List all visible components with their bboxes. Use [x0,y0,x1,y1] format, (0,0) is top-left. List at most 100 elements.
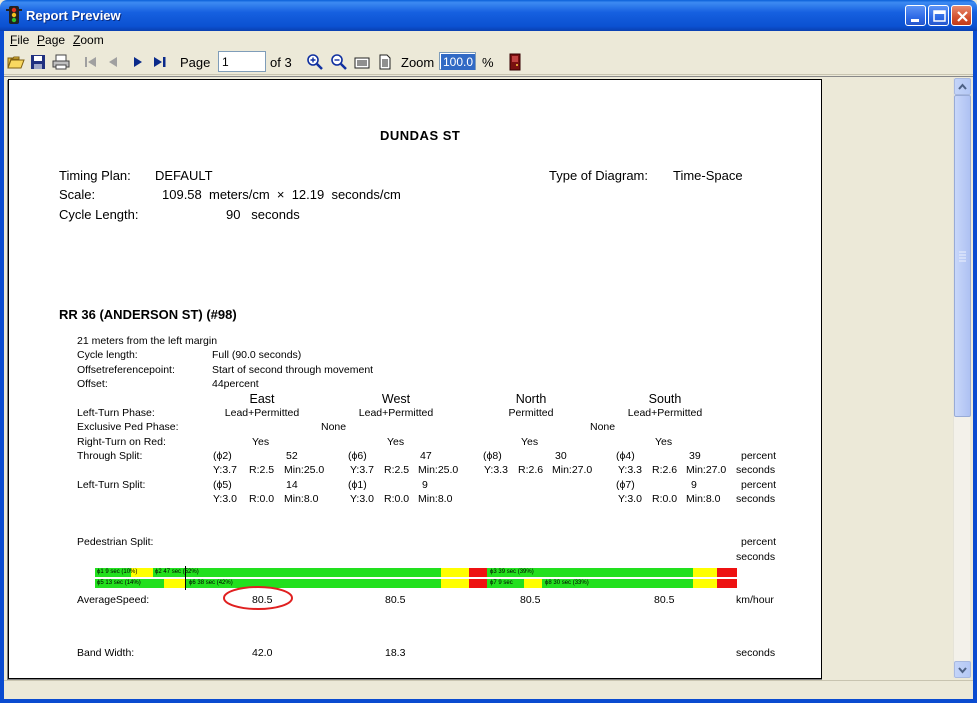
scroll-down-icon [958,667,967,674]
zoom-label: Zoom [401,55,435,70]
phase-bar-bottom-yellow-2 [693,579,717,588]
first-page-icon[interactable] [82,53,100,71]
avg-speed-west: 80.5 [385,594,406,606]
maximize-icon [933,10,946,22]
title-bar[interactable]: Report Preview [0,0,977,31]
report-page: DUNDAS ST Timing Plan: DEFAULT Type of D… [8,79,822,679]
through-split-west: 47 [420,450,432,462]
window-border-bottom [0,699,977,703]
band-width-unit: seconds [736,647,776,659]
band-width-label: Band Width: [77,647,135,659]
timing-plan-value: DEFAULT [155,168,213,183]
through-min-north: Min:27.0 [552,464,593,476]
through-y-east: Y:3.7 [213,464,237,476]
cycle-length-label: Cycle Length: [59,207,139,222]
window-title: Report Preview [26,8,121,23]
bar-label-top-a: ϕ1 9 sec (10%) [97,569,138,575]
through-y-south: Y:3.3 [618,464,642,476]
page-number-input[interactable] [218,51,266,72]
save-icon[interactable] [29,53,47,71]
last-page-icon[interactable] [151,53,169,71]
phase-bar-bottom-red-2 [717,579,737,588]
zoom-percent-label: % [482,55,494,70]
through-phase-south: (ϕ4) [616,450,635,462]
left-r-east: R:0.0 [249,493,275,505]
through-unit-percent: percent [741,450,777,462]
left-split-south: 9 [691,479,697,491]
phase-bar-bottom-red-1 [469,579,487,588]
preview-area[interactable]: DUNDAS ST Timing Plan: DEFAULT Type of D… [4,76,973,680]
next-page-icon[interactable] [129,53,147,71]
cycle-length-row-value: Full (90.0 seconds) [212,349,302,361]
left-phase-south: (ϕ7) [616,479,635,491]
highlight-circle [223,586,293,610]
through-r-west: R:2.5 [384,464,410,476]
page-label: Page [180,55,211,70]
open-folder-icon[interactable] [7,53,25,71]
vertical-scrollbar[interactable] [953,78,971,678]
scroll-up-button[interactable] [954,78,971,95]
through-split-north: 30 [555,450,567,462]
close-button[interactable] [951,5,972,26]
bar-label-bottom-d: ϕ8 30 sec (33%) [545,580,589,586]
offset-value: 44percent [212,378,259,390]
direction-north: North [515,392,547,406]
rtor-label: Right-Turn on Red: [77,436,166,448]
rtor-west: Yes [387,436,405,448]
menu-bar: File Page Zoom [4,31,973,49]
ped-unit-percent: percent [741,536,777,548]
cycle-length-value: 90 seconds [226,207,300,222]
direction-east: East [249,392,275,406]
through-split-label: Through Split: [77,450,143,462]
diagram-type-value: Time-Space [673,168,743,183]
menu-file[interactable]: File [10,33,29,47]
bar-label-top-c: ϕ3 39 sec (39%) [490,569,534,575]
left-r-west: R:0.0 [384,493,410,505]
maximize-button[interactable] [928,5,949,26]
scroll-thumb[interactable] [954,95,971,417]
avg-speed-north: 80.5 [520,594,541,606]
through-split-east: 52 [286,450,298,462]
left-y-west: Y:3.0 [350,493,374,505]
avg-speed-label: AverageSpeed: [77,594,150,606]
left-y-east: Y:3.0 [213,493,237,505]
offset-ref-value: Start of second through movement [212,364,374,376]
report-title: DUNDAS ST [380,128,461,143]
menu-page[interactable]: Page [37,33,65,47]
zoom-input[interactable]: 100.0 [439,52,476,70]
page-width-icon[interactable] [353,53,371,71]
print-icon[interactable] [52,53,70,71]
phase-bar-bottom-yellow-1 [441,579,469,588]
menu-zoom[interactable]: Zoom [73,33,104,47]
scroll-down-button[interactable] [954,661,971,678]
through-r-south: R:2.6 [652,464,678,476]
left-min-south: Min:8.0 [686,493,721,505]
zoom-out-icon[interactable] [330,53,348,71]
minimize-button[interactable] [905,5,926,26]
distance-text: 21 meters from the left margin [77,335,218,347]
zoom-in-icon[interactable] [306,53,324,71]
phase-bar-top-red-1 [469,568,487,577]
left-y-south: Y:3.0 [618,493,642,505]
phase-bar-top-yellow-2 [693,568,717,577]
phase-bar-bottom-yellow-a [164,579,186,588]
exit-door-icon[interactable] [506,53,524,71]
previous-page-icon[interactable] [104,53,122,71]
avg-speed-south: 80.5 [654,594,675,606]
phase-bar-top-red-2 [717,568,737,577]
cycle-length-row-label: Cycle length: [77,349,138,361]
left-turn-phase-label: Left-Turn Phase: [77,407,155,419]
timing-plan-label: Timing Plan: [59,168,131,183]
through-y-west: Y:3.7 [350,464,374,476]
left-r-south: R:0.0 [652,493,678,505]
through-r-east: R:2.5 [249,464,275,476]
rtor-east: Yes [252,436,270,448]
whole-page-icon[interactable] [376,53,394,71]
left-phase-east: (ϕ5) [213,479,232,491]
direction-west: West [381,392,411,406]
band-width-east: 42.0 [252,647,273,659]
scale-value: 109.58 meters/cm × 12.19 seconds/cm [162,187,401,202]
excl-ped-ew: None [321,421,347,433]
phase-bar-bottom-yellow-b [524,579,542,588]
window-border-right [973,31,977,703]
